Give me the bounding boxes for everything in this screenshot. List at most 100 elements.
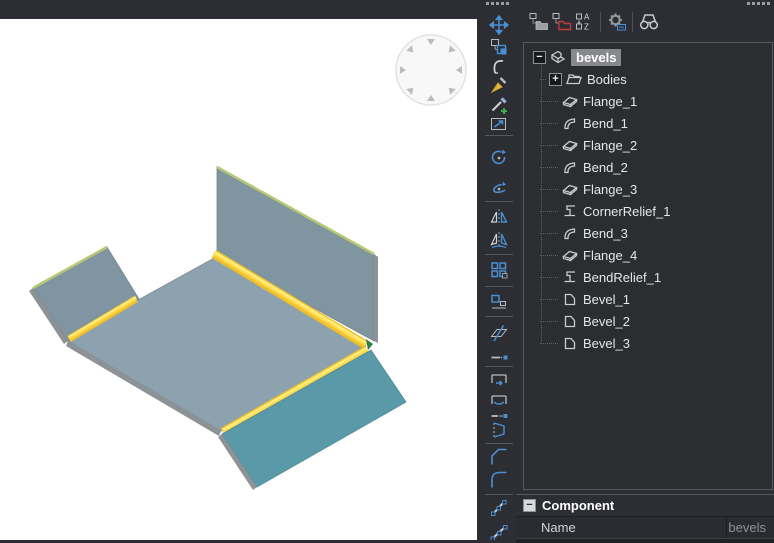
trim-icon[interactable] (489, 323, 509, 343)
next-property-row-partial (516, 538, 774, 543)
sheet-metal-model (0, 19, 477, 540)
bend-relief-icon (561, 268, 579, 286)
flange-icon (561, 246, 579, 264)
corner-relief-icon (561, 202, 579, 220)
bend-icon (561, 224, 579, 242)
taper-icon[interactable] (489, 420, 509, 440)
section-title: Component (542, 498, 614, 513)
mirror-3d-icon[interactable] (489, 230, 509, 250)
tree-item[interactable]: Flange_4 (524, 244, 772, 266)
toolbar-separator (485, 201, 513, 202)
toolbar-separator (600, 12, 601, 32)
tree-item-label[interactable]: Bevel_2 (583, 314, 630, 329)
flange-icon (561, 180, 579, 198)
tree-item-label[interactable]: Bend_2 (583, 160, 628, 175)
tree-item-label[interactable]: Bevel_3 (583, 336, 630, 351)
tree-item[interactable]: Bevel_2 (524, 310, 772, 332)
column-divider (726, 517, 727, 538)
tree-item[interactable]: BendRelief_1 (524, 266, 772, 288)
tree-item-label[interactable]: Flange_1 (583, 94, 637, 109)
stretch-icon[interactable] (489, 369, 509, 389)
svg-text:A: A (584, 13, 590, 22)
collapse-toggle-icon[interactable]: − (533, 51, 546, 64)
flange-icon (561, 92, 579, 110)
svg-text:Z: Z (584, 23, 589, 32)
create-mechanical-component-icon[interactable] (551, 11, 573, 33)
move-icon[interactable] (489, 15, 509, 35)
tree-item[interactable]: Bend_2 (524, 156, 772, 178)
mirror-icon[interactable] (489, 207, 509, 227)
tree-item-label[interactable]: BendRelief_1 (583, 270, 661, 285)
cad-application-window: { "viewport": { "bg": "#ffffff" }, "mode… (0, 0, 774, 540)
arc-tool-icon[interactable] (489, 56, 509, 76)
bend-icon (561, 158, 579, 176)
property-row[interactable]: Name bevels (516, 516, 774, 538)
tree-item[interactable]: + Bodies (524, 68, 772, 90)
folder-icon (565, 70, 583, 88)
toolbar-separator (632, 12, 633, 32)
bevel-icon (561, 290, 579, 308)
scale-icon[interactable] (489, 114, 509, 134)
tree-item[interactable]: Bevel_1 (524, 288, 772, 310)
array-icon[interactable] (489, 260, 509, 280)
copy-icon[interactable] (489, 37, 509, 57)
align-icon[interactable] (489, 292, 509, 312)
rotate-3d-icon[interactable] (489, 178, 509, 198)
toolbar-separator (485, 443, 513, 444)
edit-polyline-icon[interactable] (489, 498, 509, 518)
tree-item-label[interactable]: bevels (571, 49, 621, 66)
tree-item[interactable]: Bend_3 (524, 222, 772, 244)
tree-item[interactable]: Flange_1 (524, 90, 772, 112)
property-value[interactable]: bevels (728, 520, 774, 535)
tree-item[interactable]: CornerRelief_1 (524, 200, 772, 222)
view-navigation-wheel[interactable] (396, 35, 466, 105)
component-icon (549, 48, 567, 66)
expand-toggle-icon[interactable]: + (549, 73, 562, 86)
toolbar-grip-handle[interactable] (486, 2, 509, 5)
rotate-icon[interactable] (489, 148, 509, 168)
toolbar-separator (485, 316, 513, 317)
tree-item-label[interactable]: CornerRelief_1 (583, 204, 670, 219)
match-properties-icon[interactable] (489, 95, 509, 115)
mechanical-browser-panel: A Z − (522, 0, 774, 540)
flange-icon (561, 136, 579, 154)
toolbar-separator (485, 254, 513, 255)
tree-item-label[interactable]: Bodies (587, 72, 627, 87)
component-properties-header[interactable]: − Component (516, 495, 774, 516)
chamfer-icon[interactable] (489, 447, 509, 467)
bend-icon (561, 114, 579, 132)
collapse-toggle-icon[interactable]: − (523, 499, 536, 512)
tree-item-root[interactable]: − bevels (524, 46, 772, 68)
extend-icon[interactable] (489, 346, 509, 366)
tree-item-label[interactable]: Flange_3 (583, 182, 637, 197)
find-binoculars-icon[interactable] (638, 11, 660, 33)
brush-icon[interactable] (489, 75, 509, 95)
panel-grip-handle[interactable] (747, 2, 770, 5)
tree-item-label[interactable]: Bend_3 (583, 226, 628, 241)
bevel-icon (561, 312, 579, 330)
tree-item[interactable]: Flange_3 (524, 178, 772, 200)
toolbar-separator (485, 366, 513, 367)
back-flange-thickness (374, 254, 378, 343)
create-component-icon[interactable] (528, 11, 550, 33)
browser-toolbar: A Z (522, 8, 774, 41)
modify-toolbar (477, 0, 522, 540)
tree-item-label[interactable]: Flange_4 (583, 248, 637, 263)
tree-item[interactable]: Bend_1 (524, 112, 772, 134)
model-viewport[interactable] (0, 19, 477, 540)
sort-alphabetical-icon[interactable]: A Z (574, 11, 596, 33)
tree-item[interactable]: Flange_2 (524, 134, 772, 156)
tree-item-label[interactable]: Flange_2 (583, 138, 637, 153)
tree-item[interactable]: Bevel_3 (524, 332, 772, 354)
polyline-3d-icon[interactable] (489, 522, 509, 540)
tree-item-label[interactable]: Bevel_1 (583, 292, 630, 307)
toolbar-separator (485, 286, 513, 287)
component-properties-section: − Component Name bevels (516, 494, 774, 541)
component-tree: − bevels + Bodies Flange_1 (523, 42, 773, 490)
tree-item-label[interactable]: Bend_1 (583, 116, 628, 131)
property-label: Name (516, 520, 728, 535)
settings-gear-icon[interactable] (606, 11, 628, 33)
toolbar-separator (485, 135, 513, 136)
bevel-icon (561, 334, 579, 352)
fillet-icon[interactable] (489, 470, 509, 490)
